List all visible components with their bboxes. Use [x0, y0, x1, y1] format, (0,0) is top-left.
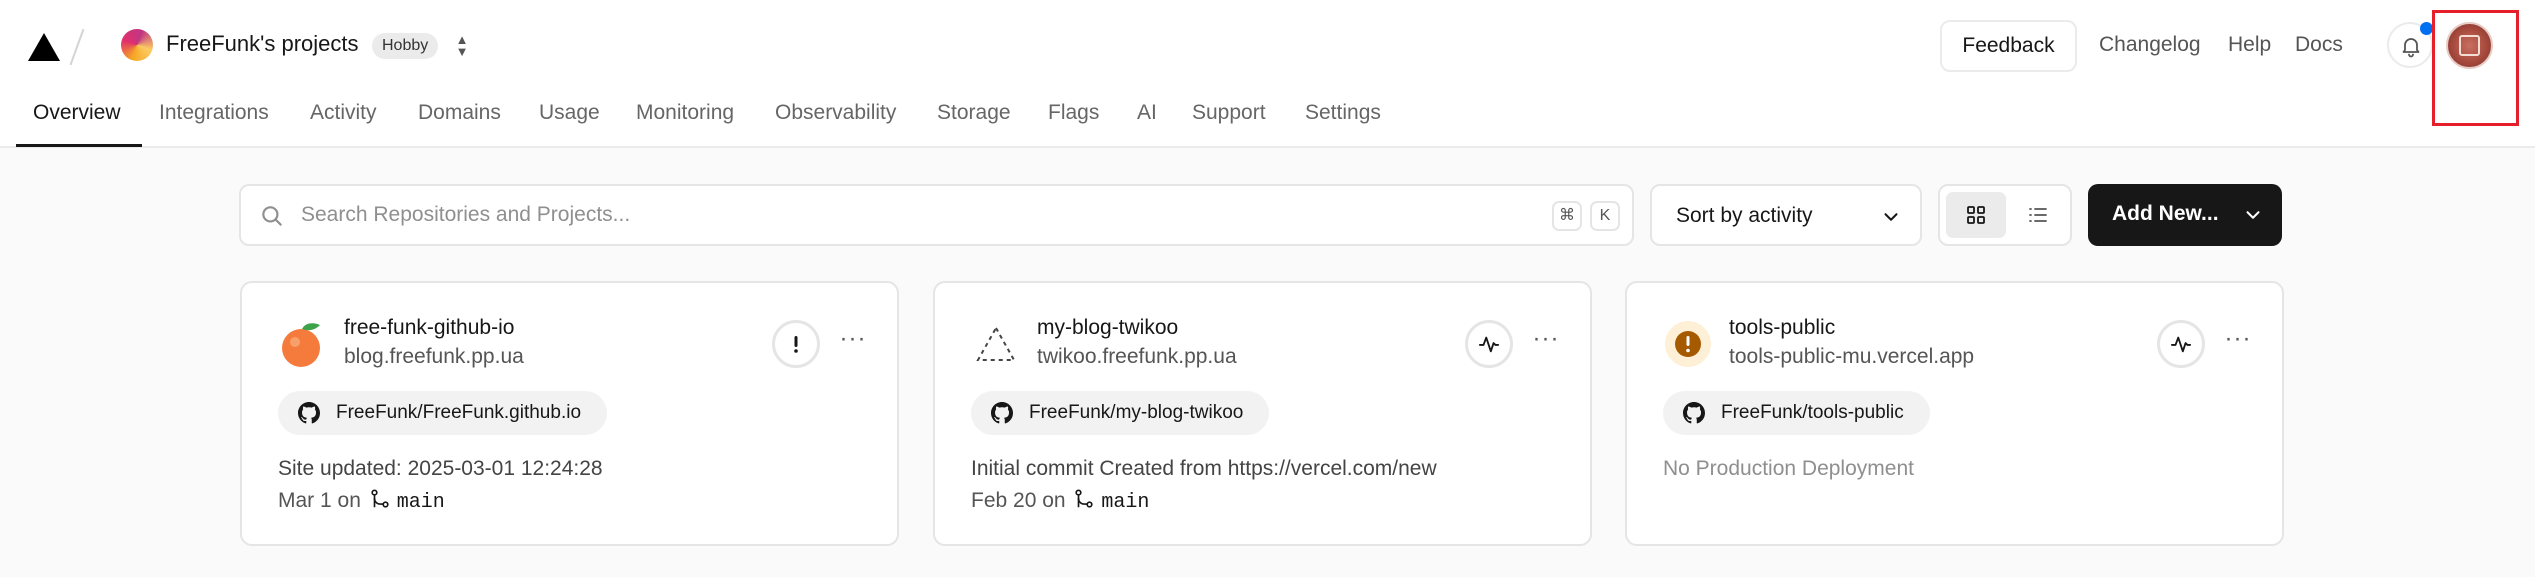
- tab-domains[interactable]: Domains: [418, 101, 501, 125]
- dashed-triangle-icon: [976, 325, 1016, 361]
- project-name[interactable]: my-blog-twikoo: [1037, 316, 1178, 340]
- project-url[interactable]: blog.freefunk.pp.ua: [344, 345, 524, 369]
- repo-name: FreeFunk/tools-public: [1721, 402, 1904, 423]
- more-options-icon[interactable]: ···: [1529, 327, 1563, 361]
- project-name[interactable]: free-funk-github-io: [344, 316, 514, 340]
- team-switcher-chevron-icon[interactable]: ▲ ▼: [452, 33, 472, 60]
- tab-flags[interactable]: Flags: [1048, 101, 1099, 125]
- github-icon: [1683, 402, 1705, 424]
- list-icon: [2029, 208, 2047, 222]
- list-view-button[interactable]: [2008, 192, 2068, 238]
- breadcrumb-separator: [69, 28, 85, 66]
- help-link[interactable]: Help: [2228, 33, 2271, 57]
- search-icon: [262, 206, 282, 226]
- no-deployment-text: No Production Deployment: [1663, 457, 1914, 480]
- add-new-label: Add New...: [2112, 202, 2219, 225]
- shortcut-k-key: K: [1590, 201, 1620, 231]
- commit-message[interactable]: Site updated: 2025-03-01 12:24:28: [278, 457, 603, 481]
- commit-date: Mar 1 on: [278, 489, 361, 512]
- grid-view-button[interactable]: [1946, 192, 2006, 238]
- tab-integrations[interactable]: Integrations: [159, 101, 269, 125]
- add-new-button[interactable]: Add New...: [2088, 184, 2282, 246]
- feedback-button[interactable]: Feedback: [1940, 20, 2077, 72]
- activity-pulse-icon: [2170, 336, 2192, 353]
- tab-storage[interactable]: Storage: [937, 101, 1011, 125]
- status-indicator[interactable]: [1465, 320, 1513, 368]
- changelog-link[interactable]: Changelog: [2099, 33, 2201, 57]
- tab-observability[interactable]: Observability: [775, 101, 896, 125]
- grid-icon: [1967, 206, 1985, 224]
- sort-label: Sort by activity: [1676, 204, 1813, 227]
- exclamation-icon: [794, 336, 798, 353]
- project-card[interactable]: tools-public tools-public-mu.vercel.app …: [1625, 281, 2284, 546]
- highlight-annotation-box: [2432, 10, 2519, 126]
- tab-monitoring[interactable]: Monitoring: [636, 101, 734, 125]
- commit-message[interactable]: Initial commit Created from https://verc…: [971, 457, 1437, 481]
- tab-overview[interactable]: Overview: [33, 101, 121, 125]
- more-options-icon[interactable]: ···: [836, 327, 870, 361]
- github-icon: [298, 402, 320, 424]
- chevron-down-icon: [2246, 211, 2260, 219]
- orange-fruit-icon: [282, 323, 320, 367]
- project-url[interactable]: twikoo.freefunk.pp.ua: [1037, 345, 1237, 369]
- bell-icon: [2402, 38, 2420, 58]
- warning-circle-icon: [1665, 321, 1711, 367]
- branch-name[interactable]: main: [397, 491, 445, 514]
- commit-meta: Mar 1 on main: [278, 488, 445, 514]
- active-tab-indicator: [16, 144, 142, 147]
- activity-pulse-icon: [1478, 336, 1500, 353]
- repo-name: FreeFunk/my-blog-twikoo: [1029, 402, 1244, 423]
- status-indicator[interactable]: [772, 320, 820, 368]
- repo-link[interactable]: FreeFunk/tools-public: [1663, 391, 1930, 435]
- status-indicator[interactable]: [2157, 320, 2205, 368]
- team-name[interactable]: FreeFunk's projects: [166, 31, 359, 57]
- top-header: FreeFunk's projects Hobby ▲ ▼ Feedback Ch…: [0, 0, 2535, 148]
- tab-usage[interactable]: Usage: [539, 101, 600, 125]
- git-branch-icon: [1075, 489, 1094, 508]
- search-box[interactable]: ⌘ K: [239, 184, 1634, 246]
- vercel-logo-icon[interactable]: [28, 33, 60, 61]
- sort-dropdown[interactable]: Sort by activity: [1650, 184, 1922, 246]
- repo-link[interactable]: FreeFunk/my-blog-twikoo: [971, 391, 1270, 435]
- commit-meta: Feb 20 on main: [971, 488, 1149, 514]
- git-branch-icon: [371, 489, 389, 508]
- docs-link[interactable]: Docs: [2295, 33, 2343, 57]
- repo-link[interactable]: FreeFunk/FreeFunk.github.io: [278, 391, 608, 435]
- project-card[interactable]: free-funk-github-io blog.freefunk.pp.ua …: [240, 281, 899, 546]
- tab-support[interactable]: Support: [1192, 101, 1266, 125]
- branch-name[interactable]: main: [1101, 491, 1149, 514]
- project-card[interactable]: my-blog-twikoo twikoo.freefunk.pp.ua ···…: [933, 281, 1592, 546]
- more-options-icon[interactable]: ···: [2221, 327, 2255, 361]
- tab-activity[interactable]: Activity: [310, 101, 377, 125]
- team-avatar[interactable]: [121, 29, 153, 61]
- tab-settings[interactable]: Settings: [1305, 101, 1381, 125]
- project-name[interactable]: tools-public: [1729, 316, 1835, 340]
- commit-date: Feb 20 on: [971, 489, 1066, 512]
- github-icon: [991, 402, 1013, 424]
- project-url[interactable]: tools-public-mu.vercel.app: [1729, 345, 1974, 369]
- tab-ai[interactable]: AI: [1137, 101, 1157, 125]
- chevron-down-icon: [1884, 213, 1898, 221]
- search-input[interactable]: [301, 196, 1501, 234]
- plan-badge: Hobby: [372, 33, 439, 59]
- repo-name: FreeFunk/FreeFunk.github.io: [336, 402, 582, 423]
- shortcut-cmd-key: ⌘: [1552, 201, 1582, 231]
- view-toggle: [1938, 184, 2072, 246]
